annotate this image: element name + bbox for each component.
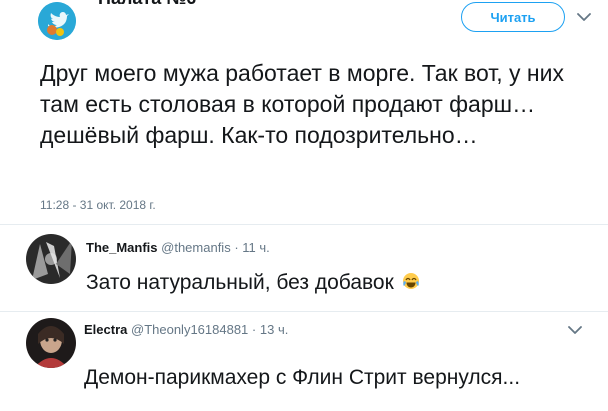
reply-text: Зато натуральный, без добавок (86, 271, 420, 295)
reply-author-name[interactable]: Electra (84, 322, 127, 337)
reply-header: Electra @Theonly16184881 · 13 ч. (84, 322, 288, 337)
avatar-image (26, 318, 76, 368)
separator: · (234, 240, 239, 255)
separator: · (251, 322, 257, 337)
reply-author-handle[interactable]: @themanfis (161, 240, 231, 255)
reply-author-name[interactable]: The_Manfis (86, 240, 158, 255)
divider (0, 224, 608, 225)
author-name[interactable]: Палата №6 (98, 0, 196, 9)
reply-avatar[interactable] (26, 318, 76, 368)
face-with-tears-of-joy-icon (402, 272, 420, 290)
divider (0, 311, 608, 312)
reply-time[interactable]: 13 ч. (260, 322, 288, 337)
reply-header: The_Manfis @themanfis · 11 ч. (86, 240, 270, 255)
reply-text-content: Зато натуральный, без добавок (86, 271, 394, 294)
reply-text: Демон-парикмахер с Флин Стрит вернулся..… (84, 366, 521, 389)
reply-avatar[interactable] (26, 234, 76, 284)
avatar-image (26, 234, 76, 284)
tweet-timestamp[interactable]: 11:28 - 31 окт. 2018 г. (40, 198, 156, 212)
chevron-down-icon[interactable] (577, 12, 591, 22)
tweet-text: Друг моего мужа работает в морге. Так во… (40, 60, 564, 148)
author-avatar[interactable] (38, 2, 76, 40)
follow-button[interactable]: Читать (461, 2, 565, 32)
twitter-bird-avatar-icon (38, 2, 76, 40)
reply-time[interactable]: 11 ч. (242, 240, 270, 255)
chevron-down-icon[interactable] (568, 325, 582, 335)
reply-author-handle[interactable]: @Theonly16184881 (131, 322, 248, 337)
